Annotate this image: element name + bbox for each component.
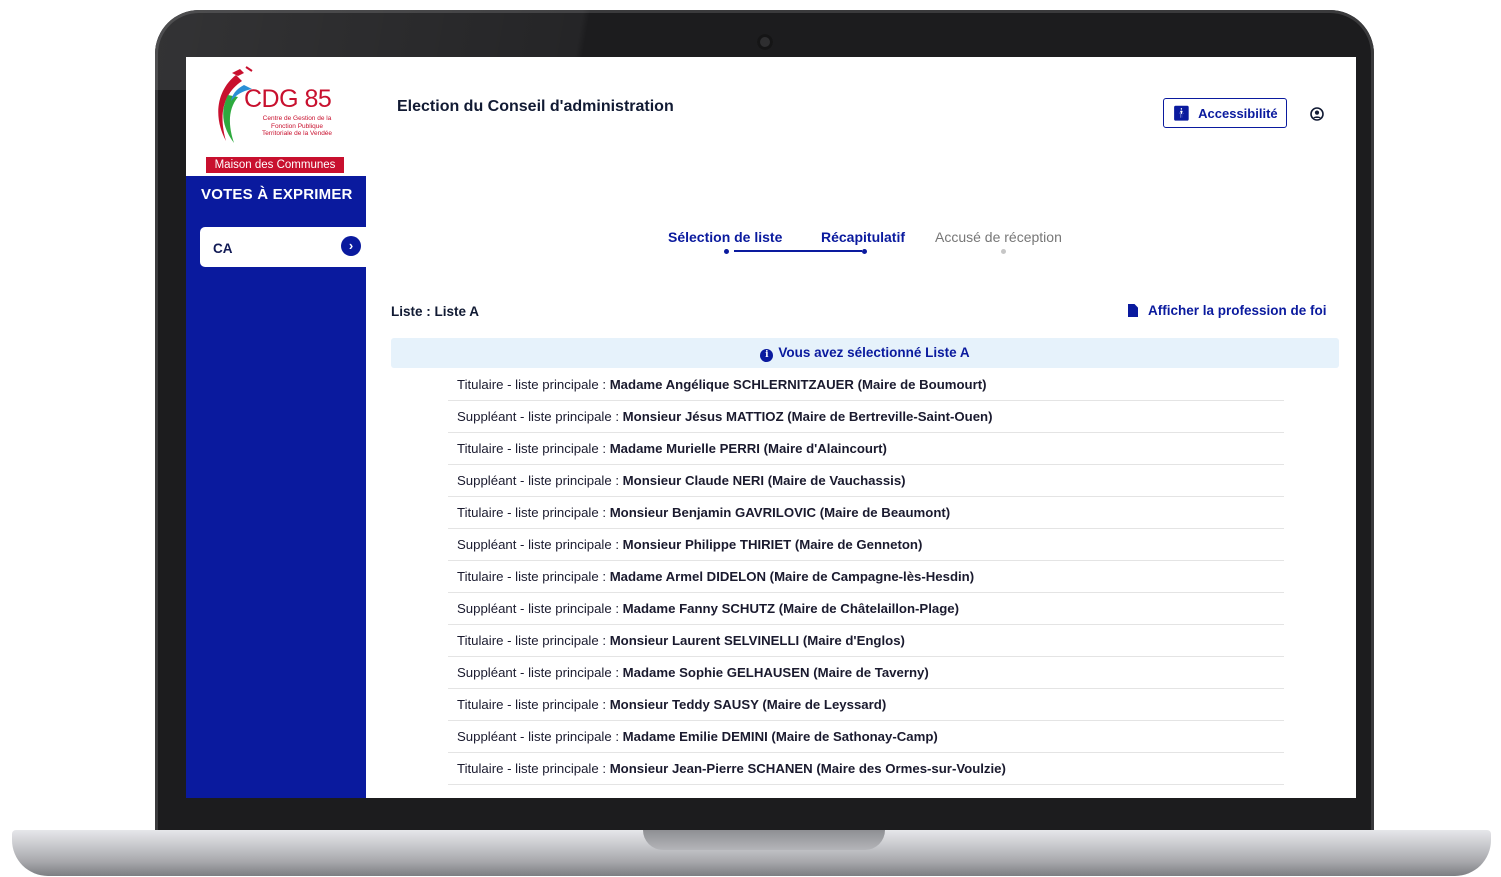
- chevron-right-icon: ›: [341, 236, 361, 256]
- info-icon: i: [760, 349, 774, 362]
- candidate-name: Monsieur Claude NERI (Maire de Vauchassi…: [622, 473, 906, 488]
- step-dot-3: [1001, 249, 1006, 254]
- candidate-name: Monsieur Benjamin GAVRILOVIC (Maire de B…: [609, 505, 951, 520]
- document-icon: [1128, 304, 1138, 317]
- candidate-role: Titulaire - liste principale :: [457, 377, 610, 392]
- laptop-base-notch: [643, 830, 885, 850]
- profession-de-foi-link[interactable]: Afficher la profession de foi: [1128, 303, 1327, 318]
- page-title: Election du Conseil d'administration: [397, 98, 674, 115]
- sidebar-item-label: CA: [213, 241, 233, 256]
- accessibility-label: Accessibilité: [1198, 105, 1278, 121]
- candidate-name: Madame Emilie DEMINI (Maire de Sathonay-…: [622, 729, 938, 744]
- candidate-role: Suppléant - liste principale :: [457, 665, 623, 680]
- list-item: Suppléant - liste principale : Monsieur …: [448, 529, 1284, 561]
- candidate-role: Suppléant - liste principale :: [457, 601, 623, 616]
- candidate-role: Titulaire - liste principale :: [457, 633, 610, 648]
- candidate-role: Suppléant - liste principale :: [457, 537, 623, 552]
- screen: CDG 85 Centre de Gestion de la Fonction …: [186, 57, 1356, 798]
- candidate-role: Titulaire - liste principale :: [457, 761, 610, 776]
- nav-heading: VOTES À EXPRIMER: [201, 186, 353, 203]
- candidate-name: Madame Armel DIDELON (Maire de Campagne-…: [609, 569, 975, 584]
- laptop-base: [12, 830, 1491, 876]
- candidate-name: Madame Angélique SCHLERNITZAUER (Maire d…: [609, 377, 987, 392]
- candidate-list: Titulaire - liste principale : Madame An…: [448, 369, 1284, 785]
- list-item: Titulaire - liste principale : Madame Ar…: [448, 561, 1284, 593]
- candidate-name: Monsieur Laurent SELVINELLI (Maire d'Eng…: [609, 633, 905, 648]
- candidate-role: Suppléant - liste principale :: [457, 473, 623, 488]
- sidebar: CDG 85 Centre de Gestion de la Fonction …: [186, 57, 366, 798]
- candidate-role: Titulaire - liste principale :: [457, 441, 610, 456]
- candidate-name: Madame Sophie GELHAUSEN (Maire de Tavern…: [622, 665, 929, 680]
- list-item: Titulaire - liste principale : Monsieur …: [448, 753, 1284, 785]
- step-accuse-reception: Accusé de réception: [935, 229, 1062, 245]
- step-dot-1: [724, 249, 729, 254]
- accessibility-button[interactable]: 🚹︎ Accessibilité: [1163, 98, 1287, 128]
- laptop-lid: CDG 85 Centre de Gestion de la Fonction …: [155, 10, 1374, 850]
- logo-subtitle: Centre de Gestion de la Fonction Publiqu…: [261, 115, 333, 137]
- step-progress-line: [734, 250, 862, 252]
- accessibility-icon: 🚹︎: [1172, 104, 1191, 121]
- list-item: Titulaire - liste principale : Madame Mu…: [448, 433, 1284, 465]
- candidate-name: Monsieur Teddy SAUSY (Maire de Leyssard): [609, 697, 887, 712]
- candidate-name: Monsieur Jean-Pierre SCHANEN (Maire des …: [609, 761, 1006, 776]
- candidate-role: Suppléant - liste principale :: [457, 409, 623, 424]
- step-recapitulatif[interactable]: Récapitulatif: [821, 229, 905, 245]
- logo-title: CDG 85: [244, 85, 332, 113]
- logo-band: Maison des Communes: [206, 157, 344, 173]
- list-item: Titulaire - liste principale : Monsieur …: [448, 689, 1284, 721]
- sidebar-item-ca[interactable]: CA ›: [200, 227, 366, 267]
- selection-info-text: Vous avez sélectionné Liste A: [778, 345, 970, 360]
- user-circle-icon[interactable]: [1310, 107, 1324, 121]
- list-item: Suppléant - liste principale : Madame Fa…: [448, 593, 1284, 625]
- logo: CDG 85 Centre de Gestion de la Fonction …: [204, 63, 346, 173]
- step-dot-2: [862, 249, 867, 254]
- step-selection-liste[interactable]: Sélection de liste: [668, 229, 782, 245]
- list-item: Suppléant - liste principale : Monsieur …: [448, 465, 1284, 497]
- list-label: Liste : Liste A: [391, 304, 480, 319]
- list-item: Suppléant - liste principale : Madame So…: [448, 657, 1284, 689]
- candidate-role: Titulaire - liste principale :: [457, 505, 610, 520]
- nav-panel: VOTES À EXPRIMER CA ›: [186, 176, 366, 798]
- candidate-name: Monsieur Philippe THIRIET (Maire de Genn…: [622, 537, 923, 552]
- candidate-name: Madame Murielle PERRI (Maire d'Alaincour…: [609, 441, 887, 456]
- candidate-name: Madame Fanny SCHUTZ (Maire de Châtelaill…: [622, 601, 960, 616]
- camera: [757, 34, 773, 50]
- list-item: Titulaire - liste principale : Monsieur …: [448, 497, 1284, 529]
- profession-de-foi-label: Afficher la profession de foi: [1148, 303, 1327, 318]
- list-item: Suppléant - liste principale : Madame Em…: [448, 721, 1284, 753]
- list-item: Titulaire - liste principale : Madame An…: [448, 369, 1284, 401]
- candidate-role: Suppléant - liste principale :: [457, 729, 623, 744]
- candidate-role: Titulaire - liste principale :: [457, 697, 610, 712]
- candidate-role: Titulaire - liste principale :: [457, 569, 610, 584]
- selection-info-bar: i Vous avez sélectionné Liste A: [391, 338, 1339, 368]
- list-item: Suppléant - liste principale : Monsieur …: [448, 401, 1284, 433]
- list-item: Titulaire - liste principale : Monsieur …: [448, 625, 1284, 657]
- candidate-name: Monsieur Jésus MATTIOZ (Maire de Bertrev…: [622, 409, 993, 424]
